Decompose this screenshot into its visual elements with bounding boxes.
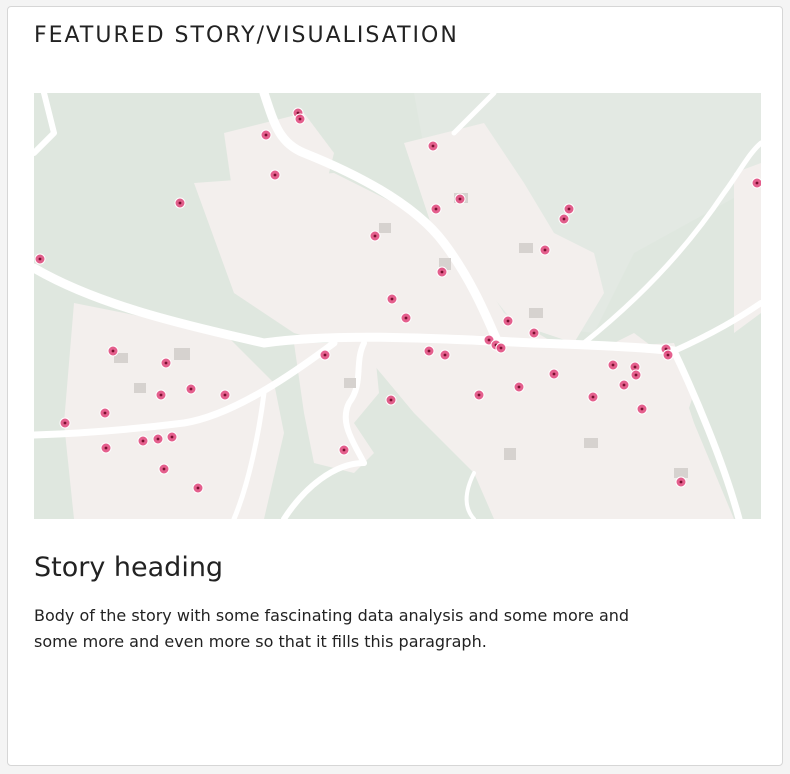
map-marker-center (141, 439, 145, 443)
map-marker-center (499, 346, 503, 350)
map-marker-center (162, 467, 166, 471)
map-marker-center (390, 297, 394, 301)
map-building (379, 223, 391, 233)
map-marker-center (178, 201, 182, 205)
map-marker-center (634, 373, 638, 377)
map-marker-center (342, 448, 346, 452)
map-marker-center (434, 207, 438, 211)
map-marker-center (506, 319, 510, 323)
map-marker-center (487, 338, 491, 342)
map-marker-center (103, 411, 107, 415)
map-marker-center (622, 383, 626, 387)
map-marker-center (591, 395, 595, 399)
map-marker-center (404, 316, 408, 320)
map-marker-center (264, 133, 268, 137)
map-marker-center (164, 361, 168, 365)
map-marker-center (633, 365, 637, 369)
card-title: FEATURED STORY/VISUALISATION (34, 23, 459, 48)
map-marker-center (458, 197, 462, 201)
map-marker-center (111, 349, 115, 353)
map-canvas[interactable] (34, 93, 761, 519)
map-marker-center (440, 270, 444, 274)
map-marker-center (63, 421, 67, 425)
map-building (134, 383, 146, 393)
map-building (504, 448, 516, 460)
map-building (529, 308, 543, 318)
map-building (174, 348, 190, 360)
story-map[interactable] (34, 93, 761, 519)
story-body: Body of the story with some fascinating … (34, 606, 630, 651)
map-marker-center (431, 144, 435, 148)
map-building (344, 378, 356, 388)
map-marker-center (517, 385, 521, 389)
map-marker-center (323, 353, 327, 357)
map-marker-center (389, 398, 393, 402)
map-marker-center (104, 446, 108, 450)
map-marker-center (38, 257, 42, 261)
map-marker-center (196, 486, 200, 490)
map-marker-center (567, 207, 571, 211)
map-marker-center (159, 393, 163, 397)
map-marker-center (666, 353, 670, 357)
story-heading: Story heading (34, 552, 224, 583)
map-marker-center (552, 372, 556, 376)
map-marker-center (755, 181, 759, 185)
map-marker-center (640, 407, 644, 411)
map-building (519, 243, 533, 253)
map-marker-center (532, 331, 536, 335)
map-marker-center (443, 353, 447, 357)
map-marker-center (611, 363, 615, 367)
map-marker-center (223, 393, 227, 397)
featured-story-card: FEATURED STORY/VISUALISATION Story headi… (7, 6, 783, 766)
map-marker-center (543, 248, 547, 252)
map-marker-center (170, 435, 174, 439)
map-building (584, 438, 598, 448)
map-marker-center (298, 117, 302, 121)
map-marker-center (156, 437, 160, 441)
map-marker-center (189, 387, 193, 391)
map-marker-center (679, 480, 683, 484)
map-marker-center (562, 217, 566, 221)
map-marker-center (477, 393, 481, 397)
map-marker-center (373, 234, 377, 238)
map-marker-center (273, 173, 277, 177)
map-marker-center (427, 349, 431, 353)
